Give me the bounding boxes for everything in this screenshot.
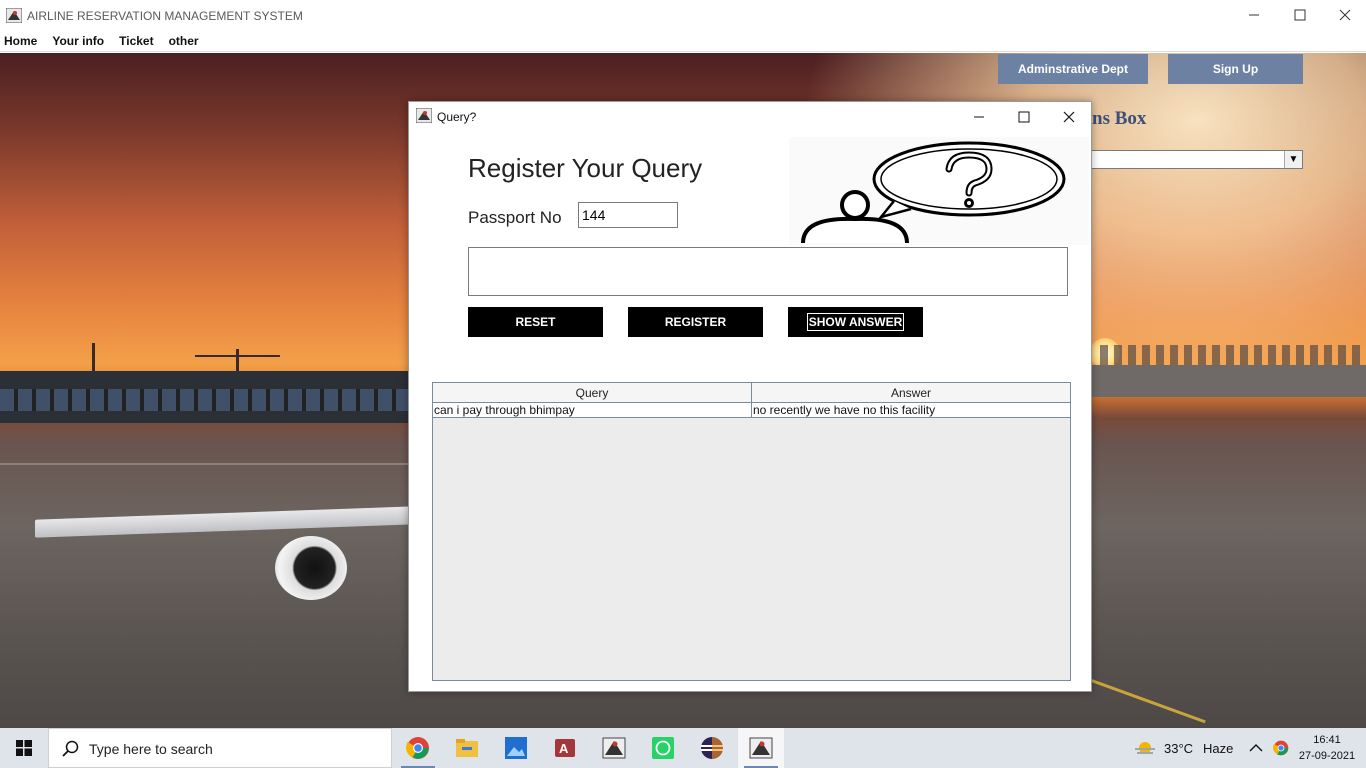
- query-textarea[interactable]: [468, 247, 1068, 296]
- airplane-wing: [35, 506, 415, 538]
- chrome-tray-icon[interactable]: [1273, 740, 1289, 756]
- airplane-engine: [275, 536, 347, 600]
- table-header: Query Answer: [433, 383, 1070, 403]
- main-window-titlebar: AIRLINE RESERVATION MANAGEMENT SYSTEM: [0, 0, 1366, 30]
- close-icon: [1063, 111, 1075, 122]
- passport-input[interactable]: [578, 202, 678, 228]
- dialog-titlebar: Query?: [409, 102, 1091, 131]
- column-header-answer[interactable]: Answer: [752, 383, 1070, 402]
- taskbar-file-explorer[interactable]: [444, 728, 490, 768]
- search-placeholder: Type here to search: [89, 741, 213, 757]
- taskbar-java-app[interactable]: [591, 728, 637, 768]
- menu-your-info[interactable]: Your info: [52, 34, 104, 48]
- taskbar: Type here to search A 33°C Haze 16:41 27…: [0, 728, 1366, 768]
- dialog-close-button[interactable]: [1046, 102, 1092, 131]
- start-button[interactable]: [0, 728, 48, 768]
- maximize-button[interactable]: [1277, 0, 1323, 30]
- maximize-icon: [1294, 9, 1306, 21]
- weather-condition: Haze: [1203, 740, 1234, 756]
- query-answer-table: Query Answer can i pay through bhimpay n…: [432, 382, 1071, 681]
- passport-label: Passport No: [468, 208, 562, 227]
- java-app-icon: [749, 737, 773, 759]
- photos-icon: [505, 737, 527, 759]
- close-button[interactable]: [1322, 0, 1366, 30]
- minimize-icon: [974, 116, 984, 117]
- close-icon: [1339, 9, 1351, 21]
- chevron-up-icon[interactable]: [1249, 743, 1263, 753]
- taskbar-java-app-active[interactable]: [738, 728, 784, 768]
- taskbar-access[interactable]: A: [542, 728, 588, 768]
- dialog-title: Query?: [437, 110, 477, 124]
- java-app-icon: [416, 108, 432, 123]
- dialog-minimize-button[interactable]: [956, 102, 1002, 131]
- access-icon: A: [555, 739, 575, 757]
- reset-button[interactable]: RESET: [468, 307, 603, 337]
- taskbar-photos[interactable]: [493, 728, 539, 768]
- whatsapp-icon: [652, 737, 674, 759]
- page-title: Register Your Query: [468, 153, 703, 183]
- minimize-button[interactable]: [1231, 0, 1277, 30]
- java-app-icon: [6, 8, 22, 23]
- table-cell-query: can i pay through bhimpay: [433, 403, 752, 417]
- maximize-icon: [1018, 111, 1030, 122]
- column-header-query[interactable]: Query: [433, 383, 752, 402]
- weather-widget[interactable]: 33°C Haze: [1134, 739, 1289, 757]
- clock-time: 16:41: [1313, 734, 1341, 746]
- search-icon: [62, 740, 79, 757]
- clock-date: 27-09-2021: [1298, 750, 1356, 762]
- dialog-maximize-button[interactable]: [1001, 102, 1047, 131]
- show-answer-label: SHOW ANSWER: [806, 313, 905, 331]
- haze-weather-icon: [1135, 742, 1155, 754]
- menu-ticket[interactable]: Ticket: [119, 34, 153, 48]
- administrative-dept-button[interactable]: Adminstrative Dept: [998, 54, 1148, 84]
- java-app-icon: [602, 737, 626, 759]
- dialog-body: Register Your Query Passport No RESET RE…: [409, 131, 1091, 691]
- query-dialog: Query? Register Your Query Passport No 1…: [408, 101, 1092, 692]
- taskbar-chrome[interactable]: [395, 728, 441, 768]
- background-heading: ns Box: [1092, 108, 1147, 129]
- sign-up-button[interactable]: Sign Up: [1168, 54, 1303, 84]
- menu-bar: Home Your info Ticket other: [0, 30, 1366, 52]
- file-explorer-icon: [456, 739, 478, 757]
- chevron-down-icon[interactable]: ▼: [1284, 151, 1302, 168]
- main-window-title: AIRLINE RESERVATION MANAGEMENT SYSTEM: [27, 9, 303, 23]
- menu-other[interactable]: other: [169, 34, 199, 48]
- register-button[interactable]: REGISTER: [628, 307, 763, 337]
- background-combobox[interactable]: ▼: [1090, 150, 1303, 169]
- taskbar-clock[interactable]: 16:41 27-09-2021: [1294, 732, 1360, 764]
- chrome-icon: [406, 737, 429, 759]
- weather-temp: 33°C: [1164, 740, 1194, 756]
- taskbar-eclipse[interactable]: [689, 728, 735, 768]
- table-cell-answer: no recently we have no this facility: [753, 403, 936, 417]
- minimize-icon: [1249, 14, 1259, 16]
- show-answer-button[interactable]: SHOW ANSWER: [788, 307, 923, 337]
- eclipse-icon: [701, 737, 723, 759]
- table-row[interactable]: can i pay through bhimpay no recently we…: [433, 403, 1070, 418]
- taskbar-whatsapp[interactable]: [640, 728, 686, 768]
- menu-home[interactable]: Home: [4, 34, 37, 48]
- question-person-illustration: [789, 137, 1089, 245]
- windows-logo-icon: [16, 740, 32, 756]
- svg-text:A: A: [559, 741, 569, 756]
- taskbar-search[interactable]: Type here to search: [48, 728, 392, 768]
